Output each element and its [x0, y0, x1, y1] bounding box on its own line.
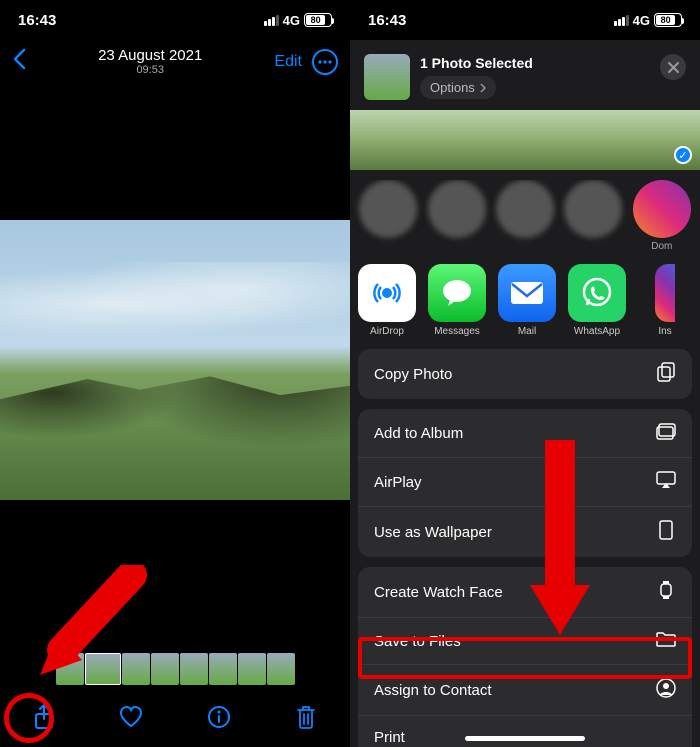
share-button[interactable] — [31, 704, 57, 730]
photo-viewer[interactable] — [0, 220, 350, 500]
print-action[interactable]: Print — [358, 715, 692, 747]
messages-app[interactable]: Messages — [428, 264, 486, 337]
favorite-button[interactable] — [118, 704, 144, 730]
share-sheet: 1 Photo Selected Options ✓ Dom — [350, 40, 700, 747]
thumbnail[interactable] — [56, 653, 84, 685]
info-button[interactable] — [206, 704, 232, 730]
close-button[interactable] — [660, 54, 686, 80]
action-group: Copy Photo — [358, 349, 692, 399]
photos-detail-screen: 16:43 4G 80 23 August 2021 09:53 Edit — [0, 0, 350, 747]
contact-icon — [656, 678, 676, 702]
status-right: 4G 80 — [614, 13, 682, 28]
share-contact[interactable] — [495, 180, 555, 252]
thumbnail[interactable] — [85, 653, 121, 685]
delete-button[interactable] — [293, 704, 319, 730]
create-watch-face-action[interactable]: Create Watch Face — [358, 567, 692, 617]
mail-app[interactable]: Mail — [498, 264, 556, 337]
network-label: 4G — [633, 13, 650, 28]
thumbnail[interactable] — [267, 653, 295, 685]
thumbnail[interactable] — [122, 653, 150, 685]
instagram-app[interactable]: Ins — [638, 264, 692, 337]
share-contact[interactable] — [358, 180, 418, 252]
action-group: Create Watch Face Save to Files Assign t… — [358, 567, 692, 747]
use-as-wallpaper-action[interactable]: Use as Wallpaper — [358, 506, 692, 557]
contacts-row: Dom — [350, 180, 700, 264]
share-sheet-screen: 16:43 4G 80 1 Photo Selected Options ✓ — [350, 0, 700, 747]
apps-row: AirDrop Messages Mail WhatsApp — [350, 264, 700, 349]
more-button[interactable] — [312, 49, 338, 75]
thumbnail[interactable] — [180, 653, 208, 685]
status-time: 16:43 — [18, 12, 56, 29]
status-bar: 16:43 4G 80 — [350, 0, 700, 40]
status-time: 16:43 — [368, 12, 406, 29]
action-group: Add to Album AirPlay Use as Wallpaper — [358, 409, 692, 557]
photo-time: 09:53 — [98, 64, 202, 76]
chevron-right-icon — [480, 83, 486, 93]
airdrop-app[interactable]: AirDrop — [358, 264, 416, 337]
phone-icon — [656, 520, 676, 544]
status-right: 4G 80 — [264, 13, 332, 28]
battery-icon: 80 — [654, 13, 682, 27]
copy-icon — [656, 362, 676, 386]
photo-date: 23 August 2021 — [98, 48, 202, 65]
edit-button[interactable]: Edit — [274, 53, 302, 71]
network-label: 4G — [283, 13, 300, 28]
album-icon — [656, 422, 676, 444]
signal-icon — [614, 15, 629, 26]
share-title: 1 Photo Selected — [420, 55, 533, 71]
back-button[interactable] — [12, 48, 26, 77]
status-bar: 16:43 4G 80 — [0, 0, 350, 40]
add-to-album-action[interactable]: Add to Album — [358, 409, 692, 457]
options-button[interactable]: Options — [420, 76, 496, 99]
home-indicator[interactable] — [465, 736, 585, 741]
airplay-action[interactable]: AirPlay — [358, 457, 692, 506]
thumbnail[interactable] — [209, 653, 237, 685]
whatsapp-app[interactable]: WhatsApp — [568, 264, 626, 337]
signal-icon — [264, 15, 279, 26]
assign-to-contact-action[interactable]: Assign to Contact — [358, 664, 692, 715]
selected-photo-preview[interactable]: ✓ — [350, 110, 700, 170]
nav-title: 23 August 2021 09:53 — [98, 48, 202, 77]
thumbnail[interactable] — [238, 653, 266, 685]
checkmark-icon: ✓ — [674, 146, 692, 164]
save-to-files-action[interactable]: Save to Files — [358, 617, 692, 664]
nav-bar: 23 August 2021 09:53 Edit — [0, 40, 350, 84]
share-contact[interactable] — [426, 180, 486, 252]
folder-icon — [656, 631, 676, 651]
thumbnail[interactable] — [151, 653, 179, 685]
bottom-toolbar — [0, 687, 350, 747]
share-contact[interactable] — [563, 180, 623, 252]
airplay-icon — [656, 471, 676, 493]
share-contact[interactable]: Dom — [632, 180, 692, 252]
copy-photo-action[interactable]: Copy Photo — [358, 349, 692, 399]
thumbnail-strip[interactable] — [0, 653, 350, 685]
share-header: 1 Photo Selected Options — [350, 40, 700, 110]
battery-icon: 80 — [304, 13, 332, 27]
share-thumbnail — [364, 54, 410, 100]
watch-icon — [656, 580, 676, 604]
